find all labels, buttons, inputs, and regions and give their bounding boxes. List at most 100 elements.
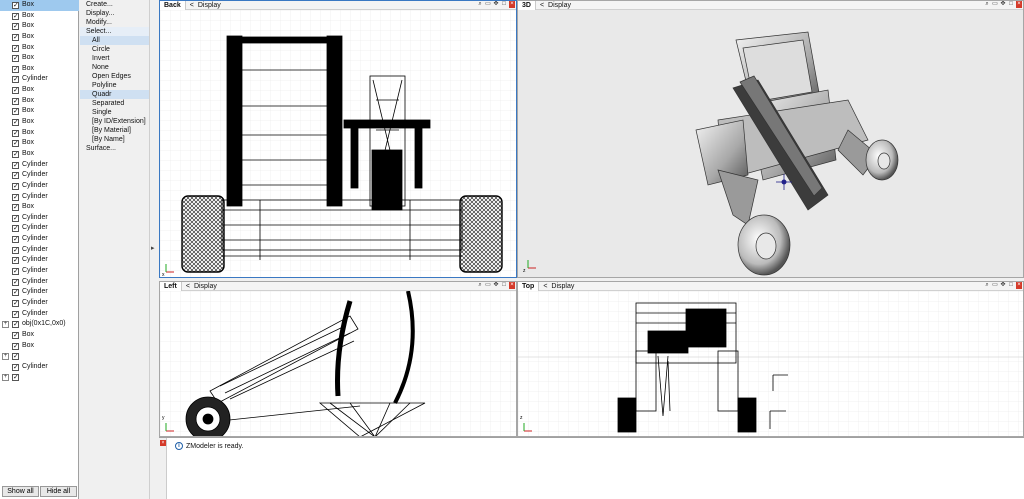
tree-item[interactable]: ✓ Cylinder <box>0 309 79 320</box>
command-item[interactable]: Invert <box>80 54 149 63</box>
tree-item[interactable]: ✓ Box <box>0 202 79 213</box>
visibility-checkbox[interactable]: ✓ <box>12 23 19 31</box>
zoom-icon[interactable]: ⌕ <box>477 1 483 8</box>
viewport-left[interactable]: Left < Display ⌕ ▭ ✥ □ × y <box>159 281 517 437</box>
tree-item[interactable]: ✓ Cylinder <box>0 234 79 245</box>
command-item[interactable]: Modify... <box>80 18 149 27</box>
visibility-checkbox[interactable]: ✓ <box>12 161 19 169</box>
visibility-checkbox[interactable]: ✓ <box>12 150 19 158</box>
tree-item[interactable]: + ✓ <box>0 351 79 362</box>
viewport-top-name[interactable]: Top <box>518 282 540 291</box>
visibility-checkbox[interactable]: ✓ <box>12 65 19 73</box>
tree-item[interactable]: ✓ Box <box>0 21 79 32</box>
tree-item[interactable]: ✓ Cylinder <box>0 298 79 309</box>
command-item[interactable]: All <box>80 36 149 45</box>
pan-icon[interactable]: ✥ <box>1000 1 1006 8</box>
close-icon[interactable]: × <box>509 1 515 8</box>
viewport-left-menu[interactable]: < Display <box>182 282 217 291</box>
tree-item[interactable]: ✓ Box <box>0 11 79 22</box>
viewport-back-name[interactable]: Back <box>160 1 186 10</box>
visibility-checkbox[interactable]: ✓ <box>12 108 19 116</box>
tree-item[interactable]: ✓ Box <box>0 96 79 107</box>
visibility-checkbox[interactable]: ✓ <box>12 87 19 95</box>
command-item[interactable]: Surface... <box>80 144 149 153</box>
tree-item[interactable]: ✓ Box <box>0 341 79 352</box>
command-item[interactable]: Separated <box>80 99 149 108</box>
tree-item[interactable]: ✓ Cylinder <box>0 213 79 224</box>
visibility-checkbox[interactable]: ✓ <box>12 268 19 276</box>
expand-icon[interactable]: + <box>2 374 9 382</box>
visibility-checkbox[interactable]: ✓ <box>12 119 19 127</box>
tree-item[interactable]: + ✓ obj(0x1C,0x0) <box>0 319 79 330</box>
visibility-checkbox[interactable]: ✓ <box>12 214 19 222</box>
tree-item[interactable]: ✓ Box <box>0 149 79 160</box>
visibility-checkbox[interactable]: ✓ <box>12 193 19 201</box>
visibility-checkbox[interactable]: ✓ <box>12 246 19 254</box>
pan-icon[interactable]: ✥ <box>493 282 499 289</box>
zoom-icon[interactable]: ⌕ <box>477 282 483 289</box>
visibility-checkbox[interactable]: ✓ <box>12 129 19 137</box>
maximize-icon[interactable]: □ <box>501 282 507 289</box>
tree-item[interactable]: ✓ Cylinder <box>0 255 79 266</box>
visibility-checkbox[interactable]: ✓ <box>12 289 19 297</box>
close-icon[interactable]: × <box>1016 282 1022 289</box>
command-item[interactable]: Circle <box>80 45 149 54</box>
command-item[interactable]: Single <box>80 108 149 117</box>
splitter-arrow-icon[interactable]: ▸ <box>151 244 155 252</box>
close-icon[interactable]: × <box>1016 1 1022 8</box>
pan-icon[interactable]: ✥ <box>493 1 499 8</box>
tree-item[interactable]: + ✓ <box>0 372 79 383</box>
tree-item[interactable]: ✓ Box <box>0 0 79 11</box>
visibility-checkbox[interactable]: ✓ <box>12 204 19 212</box>
zoom-extents-icon[interactable]: ▭ <box>485 282 491 289</box>
visibility-checkbox[interactable]: ✓ <box>12 172 19 180</box>
zoom-extents-icon[interactable]: ▭ <box>485 1 491 8</box>
tree-item[interactable]: ✓ Cylinder <box>0 181 79 192</box>
tree-item[interactable]: ✓ Box <box>0 106 79 117</box>
visibility-checkbox[interactable]: ✓ <box>12 97 19 105</box>
viewport-3d-name[interactable]: 3D <box>518 1 536 10</box>
command-item[interactable]: [By ID/Extension] <box>80 117 149 126</box>
close-icon[interactable]: × <box>509 282 515 289</box>
visibility-checkbox[interactable]: ✓ <box>12 182 19 190</box>
viewport-back-menu[interactable]: < Display <box>186 1 221 10</box>
command-item[interactable]: Quadr <box>80 90 149 99</box>
zoom-extents-icon[interactable]: ▭ <box>992 282 998 289</box>
tree-item[interactable]: ✓ Box <box>0 32 79 43</box>
command-item[interactable]: Select... <box>80 27 149 36</box>
visibility-checkbox[interactable]: ✓ <box>12 12 19 20</box>
maximize-icon[interactable]: □ <box>501 1 507 8</box>
command-item[interactable]: None <box>80 63 149 72</box>
viewport-3d[interactable]: 3D < Display ⌕ ▭ ✥ □ × z <box>517 0 1024 278</box>
tree-item[interactable]: ✓ Cylinder <box>0 245 79 256</box>
command-item[interactable]: Create... <box>80 0 149 9</box>
tree-item[interactable]: ✓ Cylinder <box>0 74 79 85</box>
show-all-button[interactable]: Show all <box>2 486 39 497</box>
viewport-back[interactable]: Back < Display ⌕ ▭ ✥ □ × x <box>159 0 517 278</box>
tree-item[interactable]: ✓ Box <box>0 117 79 128</box>
tree-item[interactable]: ✓ Box <box>0 85 79 96</box>
viewport-top-menu[interactable]: < Display <box>539 282 574 291</box>
visibility-checkbox[interactable]: ✓ <box>12 257 19 265</box>
tree-item[interactable]: ✓ Cylinder <box>0 277 79 288</box>
visibility-checkbox[interactable]: ✓ <box>12 299 19 307</box>
visibility-checkbox[interactable]: ✓ <box>12 342 19 350</box>
tree-item[interactable]: ✓ Box <box>0 138 79 149</box>
visibility-checkbox[interactable]: ✓ <box>12 225 19 233</box>
visibility-checkbox[interactable]: ✓ <box>12 33 19 41</box>
tree-item[interactable]: ✓ Cylinder <box>0 287 79 298</box>
expand-icon[interactable]: + <box>2 321 9 329</box>
tree-item[interactable]: ✓ Cylinder <box>0 266 79 277</box>
hide-all-button[interactable]: Hide all <box>40 486 77 497</box>
log-close-icon[interactable]: × <box>160 440 166 446</box>
viewport-left-name[interactable]: Left <box>160 282 182 291</box>
command-item[interactable]: Open Edges <box>80 72 149 81</box>
visibility-checkbox[interactable]: ✓ <box>12 2 19 9</box>
visibility-checkbox[interactable]: ✓ <box>12 331 19 339</box>
visibility-checkbox[interactable]: ✓ <box>12 76 19 84</box>
visibility-checkbox[interactable]: ✓ <box>12 310 19 318</box>
pan-icon[interactable]: ✥ <box>1000 282 1006 289</box>
tree-item[interactable]: ✓ Box <box>0 53 79 64</box>
tree-item[interactable]: ✓ Box <box>0 330 79 341</box>
visibility-checkbox[interactable]: ✓ <box>12 374 19 382</box>
